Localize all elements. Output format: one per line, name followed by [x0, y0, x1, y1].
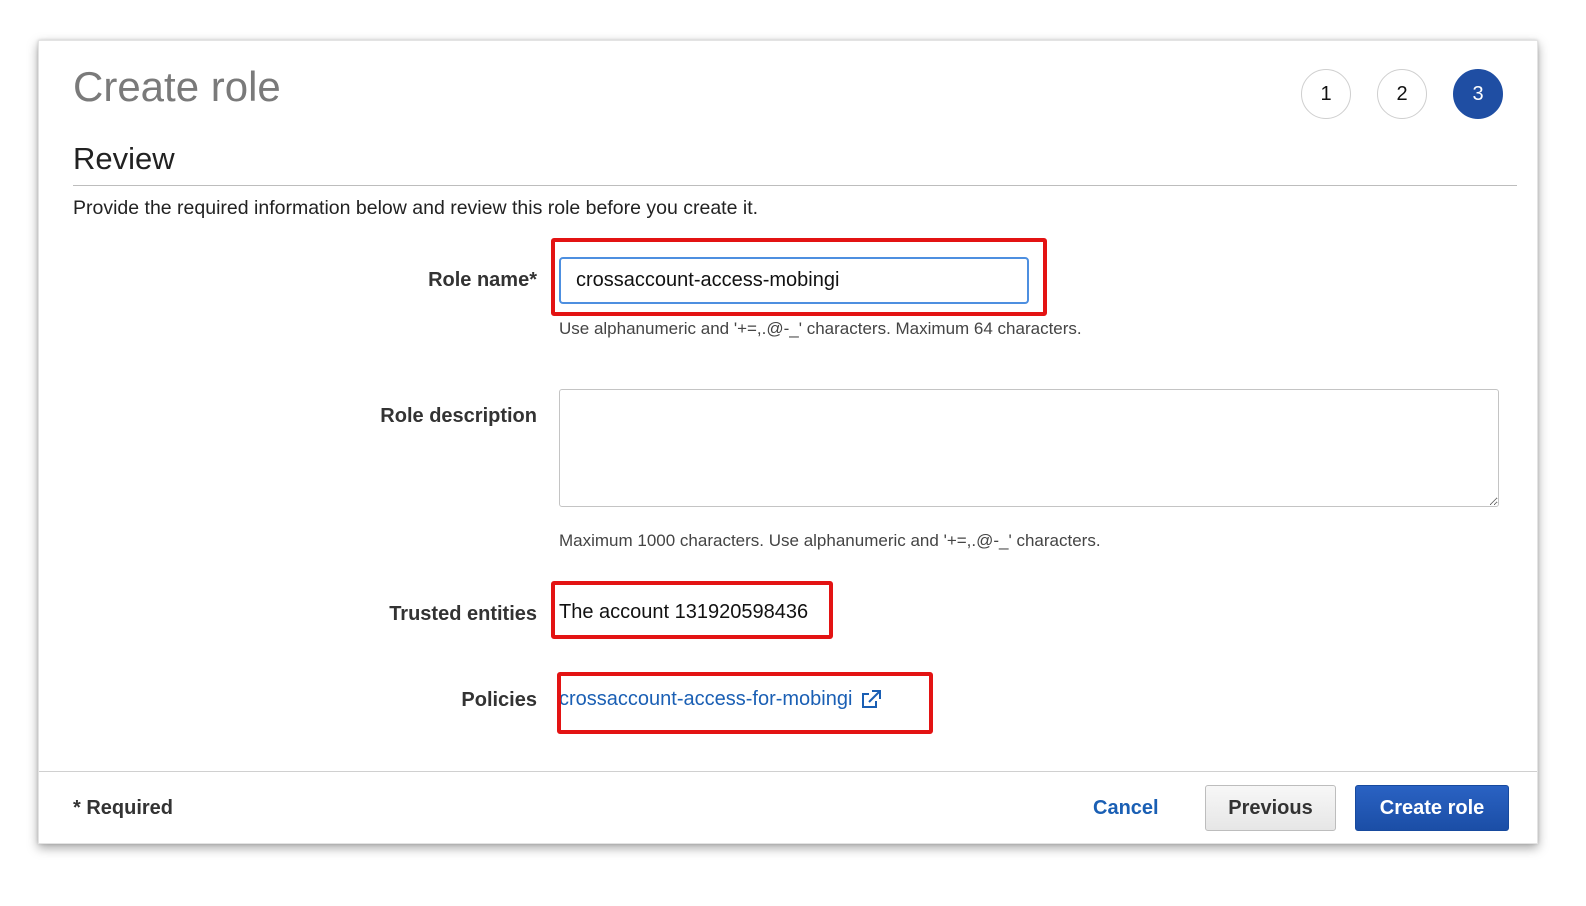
role-description-label: Role description [380, 405, 537, 427]
step-3-active[interactable]: 3 [1453, 69, 1503, 119]
section-title: Review [73, 141, 175, 176]
footer-divider [39, 771, 1537, 772]
trusted-entities-label: Trusted entities [389, 603, 537, 625]
create-role-panel: Create role 1 2 3 Review Provide the req… [38, 40, 1538, 844]
step-2[interactable]: 2 [1377, 69, 1427, 119]
cancel-button[interactable]: Cancel [1093, 797, 1159, 820]
highlight-policies [557, 672, 933, 734]
role-description-textarea[interactable] [559, 389, 1499, 507]
section-divider [73, 185, 1517, 186]
highlight-role-name [551, 238, 1047, 316]
section-intro: Provide the required information below a… [73, 197, 759, 219]
required-note: * Required [73, 797, 174, 819]
create-role-button[interactable]: Create role [1355, 785, 1509, 831]
role-description-help: Maximum 1000 characters. Use alphanumeri… [559, 531, 1101, 550]
page-title: Create role [73, 63, 281, 110]
policies-label: Policies [461, 689, 537, 711]
step-1[interactable]: 1 [1301, 69, 1351, 119]
role-name-label: Role name* [428, 269, 537, 291]
role-name-help: Use alphanumeric and '+=,.@-_' character… [559, 319, 1082, 338]
previous-button[interactable]: Previous [1205, 785, 1336, 831]
highlight-trusted-entities [551, 581, 833, 639]
wizard-steps: 1 2 3 [1301, 69, 1503, 119]
